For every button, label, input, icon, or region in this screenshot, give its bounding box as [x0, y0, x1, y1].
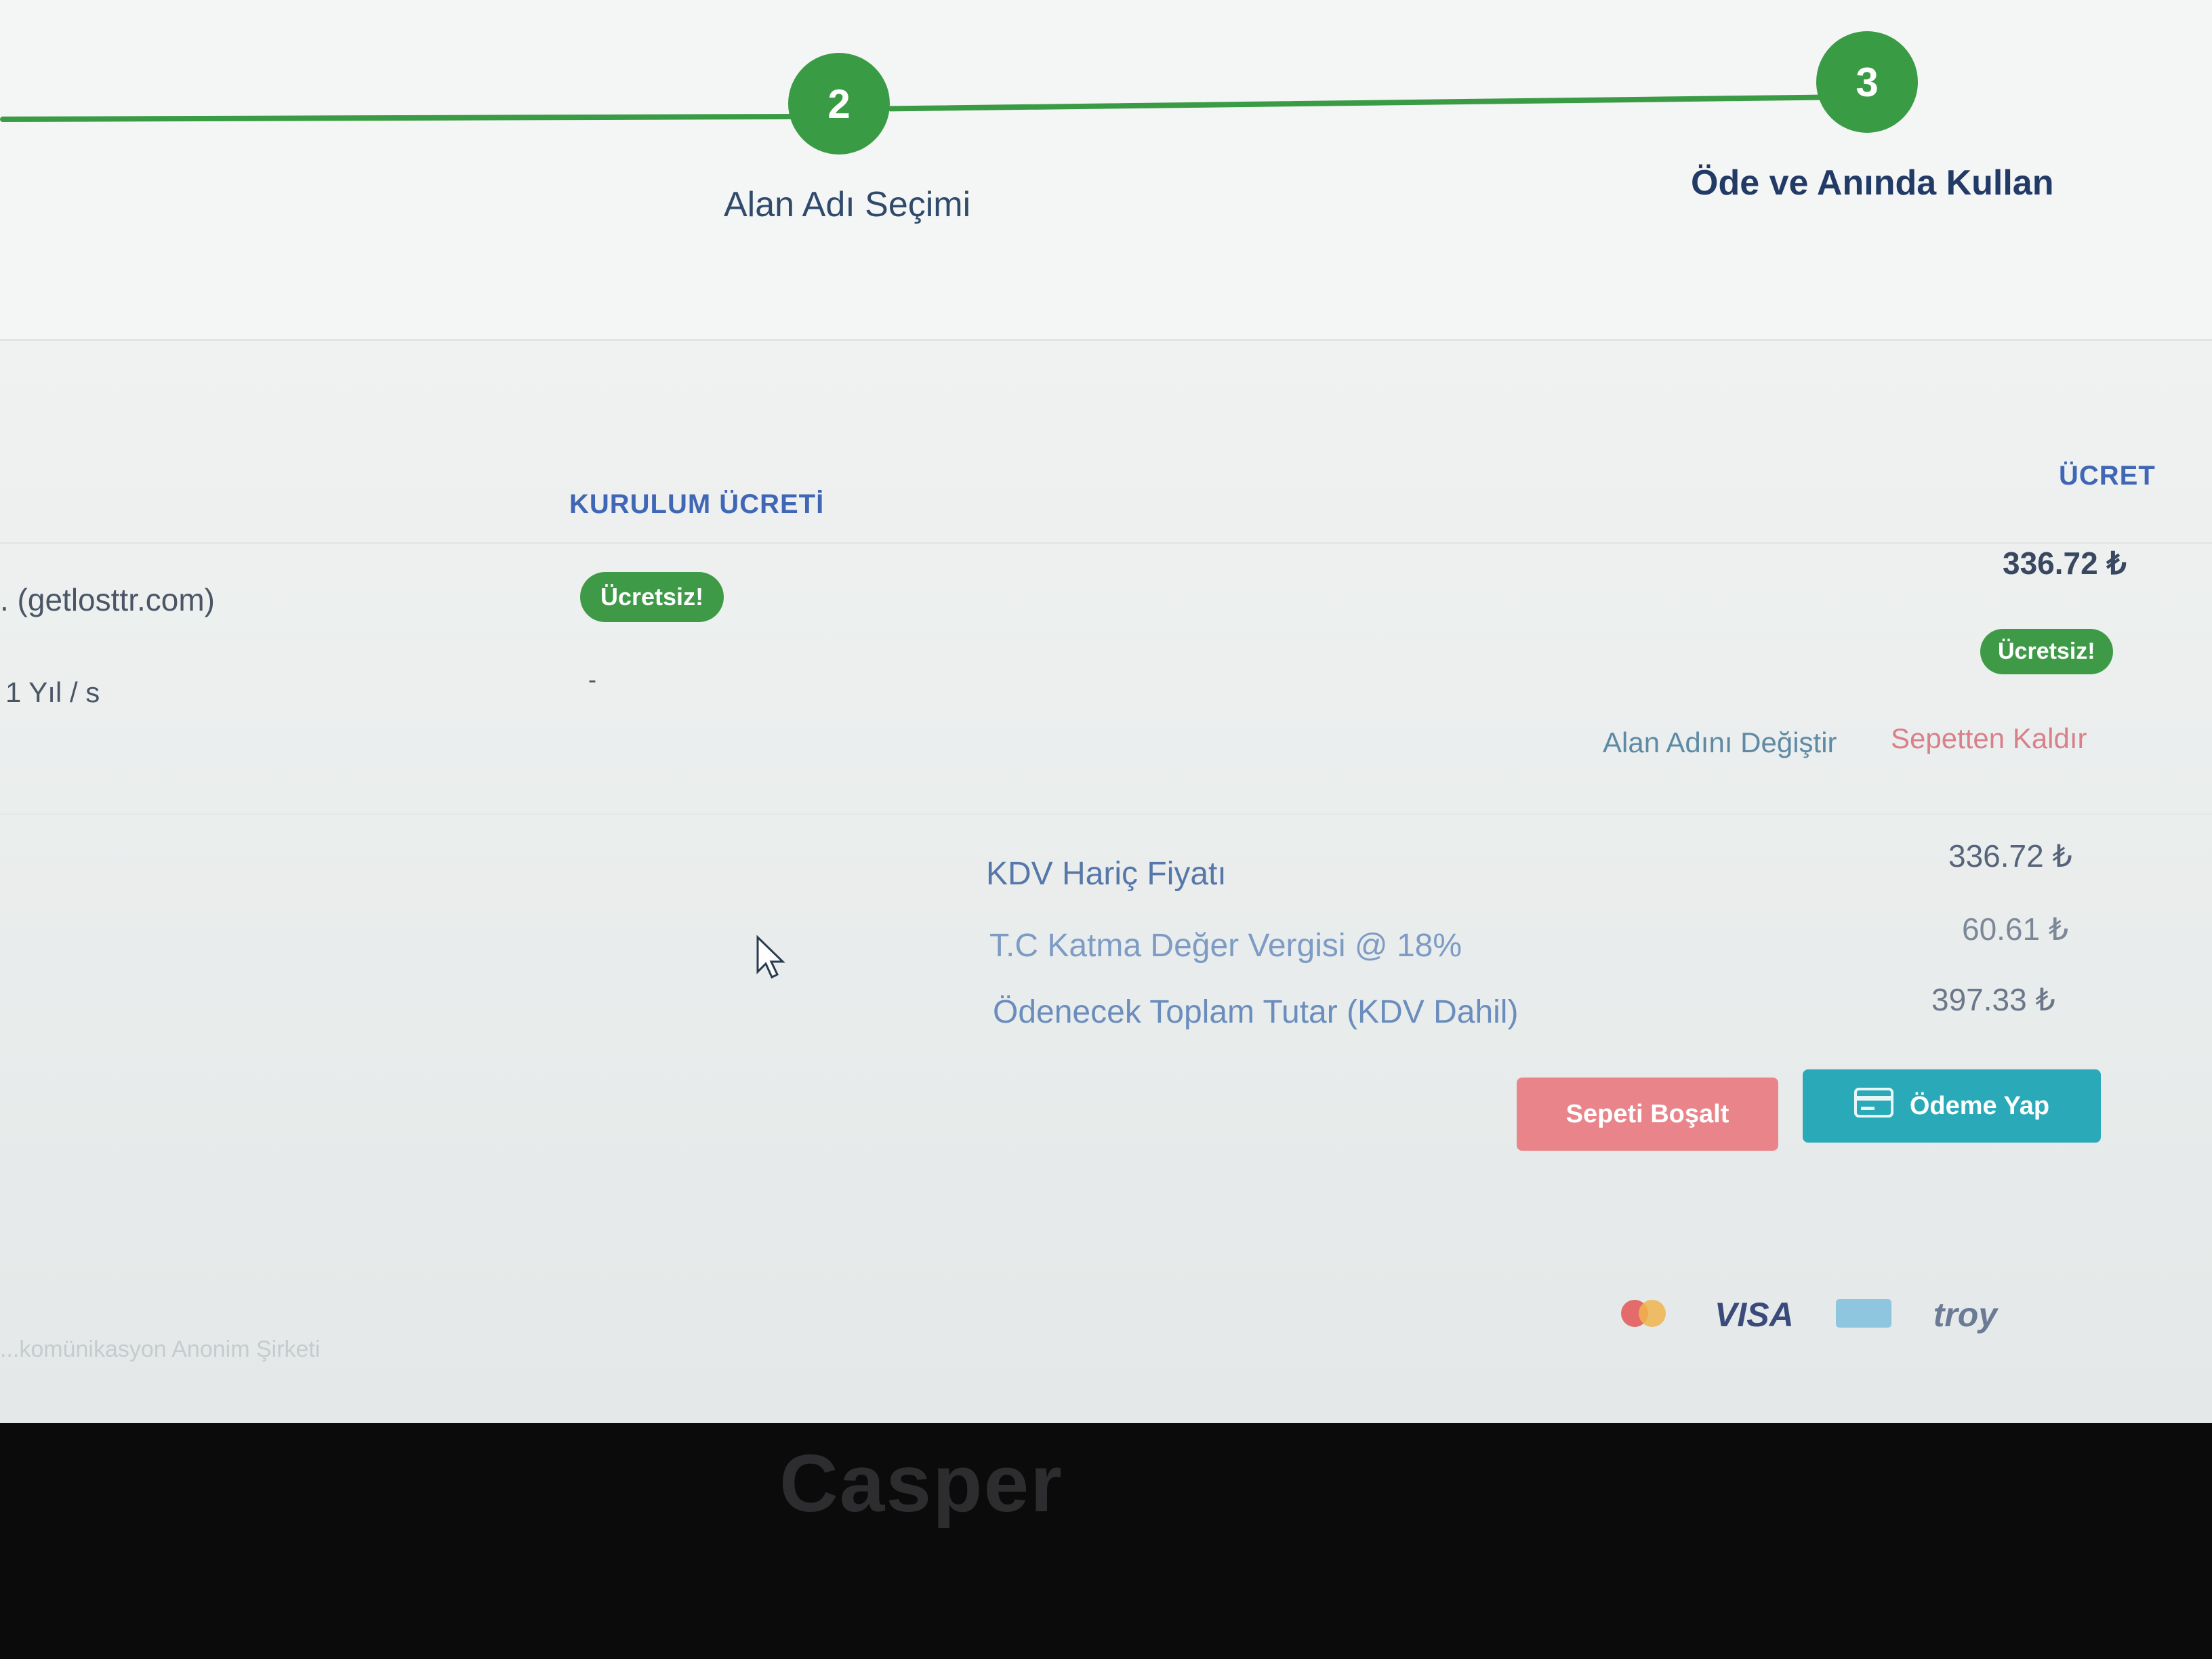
vat-value: 60.61 ₺: [1962, 912, 2069, 947]
troy-logo: troy: [1933, 1296, 1998, 1334]
step-3-circle: 3: [1816, 31, 1918, 133]
step-2-number: 2: [827, 81, 851, 127]
total-label: Ödenecek Toplam Tutar (KDV Dahil): [993, 994, 1519, 1030]
amex-icon: [1835, 1296, 1893, 1334]
section-divider: [0, 339, 2212, 341]
empty-cart-label: Sepeti Boşalt: [1565, 1099, 1729, 1128]
browser-screen: 2 Alan Adı Seçimi 3 Öde ve Anında Kullan…: [0, 0, 2212, 1423]
step-line-middle: [888, 94, 1823, 112]
setup-dash: -: [588, 665, 596, 693]
step-3-number: 3: [1856, 59, 1879, 105]
price-header: ÜCRET: [2059, 461, 2156, 491]
vat-label: T.C Katma Değer Vergisi @ 18%: [989, 928, 1462, 964]
subtotal-label: KDV Hariç Fiyatı: [986, 856, 1227, 892]
step-2-circle: 2: [788, 53, 890, 155]
checkout-steps: 2 Alan Adı Seçimi 3 Öde ve Anında Kullan: [0, 0, 2212, 339]
empty-cart-button[interactable]: Sepeti Boşalt: [1517, 1078, 1778, 1151]
mastercard-icon: [1613, 1296, 1674, 1334]
subtotal-value: 336.72 ₺: [1948, 838, 2072, 874]
change-domain-link[interactable]: Alan Adını Değiştir: [1603, 726, 1837, 759]
visa-logo: VISA: [1715, 1296, 1794, 1334]
credit-card-icon: [1853, 1088, 1893, 1124]
remove-from-cart-link[interactable]: Sepetten Kaldır: [1891, 722, 2087, 755]
item-price: 336.72 ₺: [2003, 546, 2127, 581]
pay-button[interactable]: Ödeme Yap: [1803, 1069, 2101, 1143]
total-value: 397.33 ₺: [1931, 982, 2055, 1017]
domain-name: . (getlosttr.com): [0, 582, 215, 617]
mouse-cursor-icon: [756, 935, 787, 983]
period-text: 1 Yıl / s: [5, 676, 100, 708]
step-3-label: Öde ve Anında Kullan: [1691, 163, 2054, 203]
step-2-label: Alan Adı Seçimi: [724, 185, 971, 224]
step-line-left: [0, 113, 800, 123]
price-free-badge: Ücretsiz!: [1980, 629, 2113, 674]
payment-methods: VISA troy: [1613, 1288, 1997, 1342]
setup-fee-header: KURULUM ÜCRETİ: [569, 489, 825, 519]
setup-free-badge: Ücretsiz!: [580, 572, 724, 622]
laptop-brand-logo: Casper: [779, 1438, 1063, 1529]
table-header-divider: [0, 542, 2212, 544]
pay-button-label: Ödeme Yap: [1909, 1091, 2050, 1120]
footer-company: ...komünikasyon Anonim Şirketi: [0, 1336, 321, 1362]
summary-divider: [0, 813, 2212, 815]
